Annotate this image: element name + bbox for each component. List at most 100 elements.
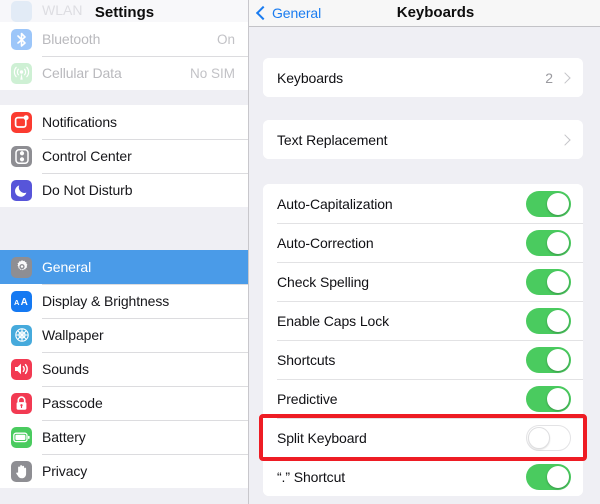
sidebar-item-bluetooth[interactable]: Bluetooth On (0, 22, 248, 56)
sidebar-item-label: Passcode (42, 395, 103, 411)
keyboard-options-card: Auto-Capitalization Auto-Correction Check … (263, 184, 583, 496)
passcode-lock-icon (11, 392, 32, 414)
text-replacement-card: Text Replacement (263, 120, 583, 159)
toggle-holder (526, 190, 571, 217)
sidebar-item-label: Control Center (42, 148, 132, 164)
toggle-row-label: Check Spelling (277, 273, 369, 290)
sidebar-item-label: Do Not Disturb (42, 182, 133, 198)
sidebar-item-label: Cellular Data (42, 65, 122, 81)
toggle-row-label: Split Keyboard (277, 429, 367, 446)
ios-settings-window: WLAN Settings Bluetooth On Cellular Data No… (0, 0, 600, 504)
toggle-row-label: Auto-Capitalization (277, 195, 393, 212)
toggle-row-shortcut[interactable]: “.” Shortcut (263, 457, 583, 496)
toggle-knob (547, 231, 569, 254)
sounds-icon (11, 358, 32, 380)
detail-navbar: General Keyboards (249, 0, 600, 27)
toggle-switch-check-spelling[interactable] (526, 268, 571, 295)
toggle-holder (526, 424, 571, 451)
sidebar-item-label: Bluetooth (42, 31, 101, 47)
detail-row-value: 2 (545, 69, 553, 86)
sidebar-item-do-not-disturb[interactable]: Do Not Disturb (0, 173, 248, 207)
toggle-row-auto-capitalization[interactable]: Auto-Capitalization (263, 184, 583, 223)
toggle-row-check-spelling[interactable]: Check Spelling (263, 262, 583, 301)
detail-row-accessory: 2 (545, 70, 571, 86)
toggle-row-label: Shortcuts (277, 351, 336, 368)
sidebar-item-passcode[interactable]: Passcode (0, 386, 248, 420)
toggle-row-enable-caps-lock[interactable]: Enable Caps Lock (263, 301, 583, 340)
gear-icon (11, 256, 32, 278)
do-not-disturb-icon (11, 179, 32, 201)
sidebar-item-notifications[interactable]: Notifications (0, 105, 248, 139)
toggle-switch-enable-caps-lock[interactable] (526, 307, 571, 334)
sidebar-group-system: General A A Display & Brightness Wallpaper So… (0, 250, 248, 488)
toggle-holder (526, 229, 571, 256)
detail-row-label: Text Replacement (277, 131, 388, 148)
toggle-switch-shortcuts[interactable] (526, 346, 571, 373)
cellular-icon (11, 62, 32, 84)
svg-text:A: A (14, 298, 20, 307)
sidebar-item-wallpaper[interactable]: Wallpaper (0, 318, 248, 352)
toggle-row-label: Predictive (277, 390, 338, 407)
toggle-knob (547, 387, 569, 410)
toggle-holder (526, 385, 571, 412)
sidebar-item-privacy[interactable]: Privacy (0, 454, 248, 488)
display-brightness-icon: AA (11, 290, 32, 312)
sidebar-item-label: Privacy (42, 463, 88, 479)
toggle-knob (547, 309, 569, 332)
toggle-row-label: Enable Caps Lock (277, 312, 390, 329)
bluetooth-icon (11, 28, 32, 50)
toggle-holder (526, 307, 571, 334)
sidebar-item-display-brightness[interactable]: A A Display & Brightness (0, 284, 248, 318)
toggle-switch-split-keyboard[interactable] (526, 424, 571, 451)
control-center-icon (11, 145, 32, 167)
keyboards-link-card: Keyboards 2 (263, 58, 583, 97)
toggle-row-auto-correction[interactable]: Auto-Correction (263, 223, 583, 262)
page-title: Keyboards (396, 4, 475, 21)
sidebar-item-control-center[interactable]: Control Center (0, 139, 248, 173)
sidebar-item-label: Battery (42, 429, 86, 445)
toggle-row-label: “.” Shortcut (277, 468, 346, 485)
battery-icon (11, 426, 32, 448)
detail-row-text-replacement[interactable]: Text Replacement (263, 120, 583, 159)
privacy-hand-icon (11, 460, 32, 482)
sidebar-item-cellular-data[interactable]: Cellular Data No SIM (0, 56, 248, 90)
chevron-right-icon (559, 133, 571, 146)
sidebar-item-general[interactable]: General (0, 250, 248, 284)
keyboards-detail-panel: General Keyboards Keyboards 2 Text Replac… (249, 0, 600, 504)
detail-row-label: Keyboards (277, 69, 344, 86)
settings-title: Settings (94, 4, 155, 21)
toggle-knob (547, 465, 569, 488)
toggle-switch-auto-capitalization[interactable] (526, 190, 571, 217)
chevron-right-icon (559, 71, 571, 84)
sidebar-item-value: On (216, 31, 235, 47)
toggle-switch-predictive[interactable] (526, 385, 571, 412)
toggle-knob (547, 348, 569, 371)
sidebar-item-label: Sounds (42, 361, 89, 377)
toggle-switch-auto-correction[interactable] (526, 229, 571, 256)
sidebar-group-alerts: Notifications Control Center Do Not Distur… (0, 105, 248, 207)
toggle-row-split-keyboard[interactable]: Split Keyboard (263, 418, 583, 457)
svg-text:A: A (21, 297, 28, 308)
sidebar-group-connectivity: Bluetooth On Cellular Data No SIM (0, 22, 248, 90)
sidebar-item-label: Notifications (42, 114, 117, 130)
toggle-knob (547, 270, 569, 293)
sidebar-item-battery[interactable]: Battery (0, 420, 248, 454)
toggle-row-predictive[interactable]: Predictive (263, 379, 583, 418)
toggle-holder (526, 346, 571, 373)
settings-sidebar: WLAN Settings Bluetooth On Cellular Data No… (0, 0, 249, 504)
toggle-switch-shortcut[interactable] (526, 463, 571, 490)
toggle-holder (526, 268, 571, 295)
sidebar-item-sounds[interactable]: Sounds (0, 352, 248, 386)
toggle-knob (547, 192, 569, 215)
notifications-icon (11, 111, 32, 133)
toggle-row-shortcuts[interactable]: Shortcuts (263, 340, 583, 379)
wallpaper-icon (11, 324, 32, 346)
toggle-holder (526, 463, 571, 490)
detail-row-keyboards[interactable]: Keyboards 2 (263, 58, 583, 97)
sidebar-item-label: General (42, 259, 92, 275)
toggle-row-label: Auto-Correction (277, 234, 374, 251)
sidebar-item-label: Display & Brightness (42, 293, 170, 309)
sidebar-item-label: Wallpaper (42, 327, 104, 343)
detail-row-accessory (559, 133, 571, 146)
toggle-knob (528, 426, 550, 449)
